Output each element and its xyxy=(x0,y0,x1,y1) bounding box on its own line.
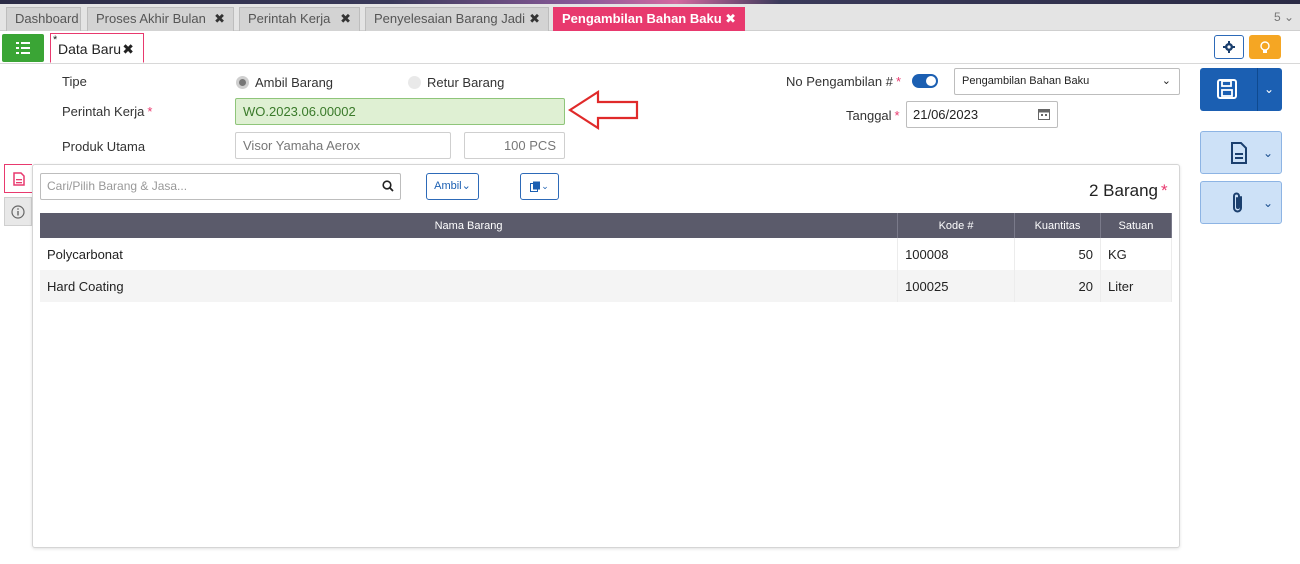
radio-ambil-barang[interactable]: Ambil Barang xyxy=(236,75,333,90)
required-mark: * xyxy=(895,74,902,89)
radio-selected-icon xyxy=(236,76,249,89)
auto-number-toggle[interactable] xyxy=(912,74,938,88)
tipe-label: Tipe xyxy=(62,74,87,89)
close-icon[interactable]: ✖ xyxy=(725,8,736,30)
required-mark: * xyxy=(147,104,153,119)
tab-pengambilan-bahan-baku[interactable]: Pengambilan Bahan Baku ✖ xyxy=(553,7,745,31)
document-icon xyxy=(1231,142,1247,164)
document-menu-button[interactable]: ⌄ xyxy=(1200,131,1282,174)
item-search-input[interactable]: Cari/Pilih Barang & Jasa... xyxy=(40,173,401,200)
produk-utama-label: Produk Utama xyxy=(62,139,146,154)
attachment-button[interactable]: ⌄ xyxy=(1200,181,1282,224)
gear-icon xyxy=(1223,41,1235,53)
radio-label: Ambil Barang xyxy=(255,75,334,90)
cell-satuan: Liter xyxy=(1100,270,1173,302)
column-header-nama[interactable]: Nama Barang xyxy=(40,213,899,238)
item-count: 2 Barang * xyxy=(1089,181,1168,201)
label-text: Tanggal xyxy=(846,108,892,123)
cell-qty: 20 xyxy=(1014,270,1101,302)
save-icon xyxy=(1217,79,1237,99)
tanggal-label: Tanggal * xyxy=(846,108,900,123)
tab-label: Dashboard xyxy=(15,11,79,26)
chevron-down-icon: ⌄ xyxy=(541,181,549,191)
close-icon[interactable]: ✖ xyxy=(214,8,225,30)
no-pengambilan-select[interactable]: Pengambilan Bahan Baku ⌄ xyxy=(954,68,1180,95)
table-header-row: Nama Barang Kode # Kuantitas Satuan xyxy=(40,213,1173,238)
settings-button[interactable] xyxy=(1214,35,1244,59)
list-menu-button[interactable] xyxy=(2,34,44,62)
tab-label: Pengambilan Bahan Baku xyxy=(562,11,722,26)
cell-nama: Polycarbonat xyxy=(40,238,899,270)
chevron-down-icon: ⌄ xyxy=(1161,75,1171,87)
tanggal-field[interactable]: 21/06/2023 xyxy=(906,101,1058,128)
side-tab-info[interactable] xyxy=(4,197,32,226)
button-label: Ambil xyxy=(434,180,462,192)
tab-label: Proses Akhir Bulan xyxy=(96,11,206,26)
search-placeholder: Cari/Pilih Barang & Jasa... xyxy=(47,179,188,193)
save-button[interactable]: ⌄ xyxy=(1200,68,1282,111)
button-divider xyxy=(1257,68,1258,111)
column-header-kode[interactable]: Kode # xyxy=(897,213,1016,238)
module-tab-bar: Dashboard Proses Akhir Bulan ✖ Perintah K… xyxy=(0,4,1300,31)
required-mark: * xyxy=(894,108,900,123)
chevron-down-icon: ⌄ xyxy=(1263,146,1274,160)
column-header-kuantitas[interactable]: Kuantitas xyxy=(1014,213,1101,238)
tab-penyelesaian-barang-jadi[interactable]: Penyelesaian Barang Jadi ✖ xyxy=(365,7,549,31)
tab-label: Perintah Kerja xyxy=(248,11,331,26)
info-icon xyxy=(11,204,25,219)
search-icon[interactable] xyxy=(382,180,394,192)
produk-qty-field: 100 PCS xyxy=(464,132,565,159)
close-icon[interactable]: ✖ xyxy=(340,8,351,30)
cell-kode: 100008 xyxy=(897,238,1016,270)
no-pengambilan-label: No Pengambilan # * xyxy=(786,74,901,89)
close-icon[interactable]: ✖ xyxy=(122,34,134,64)
table-row[interactable]: Polycarbonat 100008 50 KG xyxy=(40,238,1173,270)
document-bar: * Data Baru ✖ xyxy=(0,31,1300,64)
tab-proses-akhir-bulan[interactable]: Proses Akhir Bulan ✖ xyxy=(87,7,234,31)
calendar-icon[interactable] xyxy=(1038,108,1050,120)
list-icon xyxy=(16,42,30,54)
tab-count-dropdown[interactable]: 5 ⌄ xyxy=(1274,10,1294,24)
radio-label: Retur Barang xyxy=(427,75,505,90)
document-icon xyxy=(12,171,25,186)
lightbulb-icon xyxy=(1260,40,1270,53)
paperclip-icon xyxy=(1233,192,1242,213)
date-value: 21/06/2023 xyxy=(913,107,979,122)
tab-label: Penyelesaian Barang Jadi xyxy=(374,11,526,26)
copy-dropdown-button[interactable]: ⌄ xyxy=(520,173,559,200)
label-text: Perintah Kerja xyxy=(62,104,145,119)
tab-perintah-kerja[interactable]: Perintah Kerja ✖ xyxy=(239,7,360,31)
select-value: Pengambilan Bahan Baku xyxy=(962,75,1090,87)
label-text: No Pengambilan # xyxy=(786,74,893,89)
annotation-arrow-icon xyxy=(568,90,639,130)
ambil-dropdown-button[interactable]: Ambil⌄ xyxy=(426,173,479,200)
table-row[interactable]: Hard Coating 100025 20 Liter xyxy=(40,270,1173,302)
produk-utama-field: Visor Yamaha Aerox xyxy=(235,132,451,159)
tips-button[interactable] xyxy=(1249,35,1281,59)
radio-unselected-icon xyxy=(408,76,421,89)
required-mark: * xyxy=(1161,181,1168,200)
modified-mark: * xyxy=(53,34,58,46)
side-tab-items[interactable] xyxy=(4,164,32,193)
close-icon[interactable]: ✖ xyxy=(529,8,540,30)
chevron-down-icon: ⌄ xyxy=(461,180,471,192)
doc-tab-label: Data Baru xyxy=(58,41,122,57)
chevron-down-icon[interactable]: ⌄ xyxy=(1264,82,1274,96)
items-table: Nama Barang Kode # Kuantitas Satuan Poly… xyxy=(40,213,1173,302)
perintah-kerja-field[interactable]: WO.2023.06.00002 xyxy=(235,98,565,125)
perintah-kerja-label: Perintah Kerja * xyxy=(62,104,152,119)
column-header-satuan[interactable]: Satuan xyxy=(1100,213,1173,238)
tab-dashboard[interactable]: Dashboard xyxy=(6,7,81,31)
count-text: 2 Barang xyxy=(1089,181,1158,200)
copy-icon xyxy=(530,181,541,192)
chevron-down-icon: ⌄ xyxy=(1263,196,1274,210)
doc-tab-data-baru[interactable]: * Data Baru ✖ xyxy=(50,33,144,63)
cell-qty: 50 xyxy=(1014,238,1101,270)
cell-nama: Hard Coating xyxy=(40,270,899,302)
cell-kode: 100025 xyxy=(897,270,1016,302)
radio-retur-barang[interactable]: Retur Barang xyxy=(408,75,504,90)
cell-satuan: KG xyxy=(1100,238,1173,270)
